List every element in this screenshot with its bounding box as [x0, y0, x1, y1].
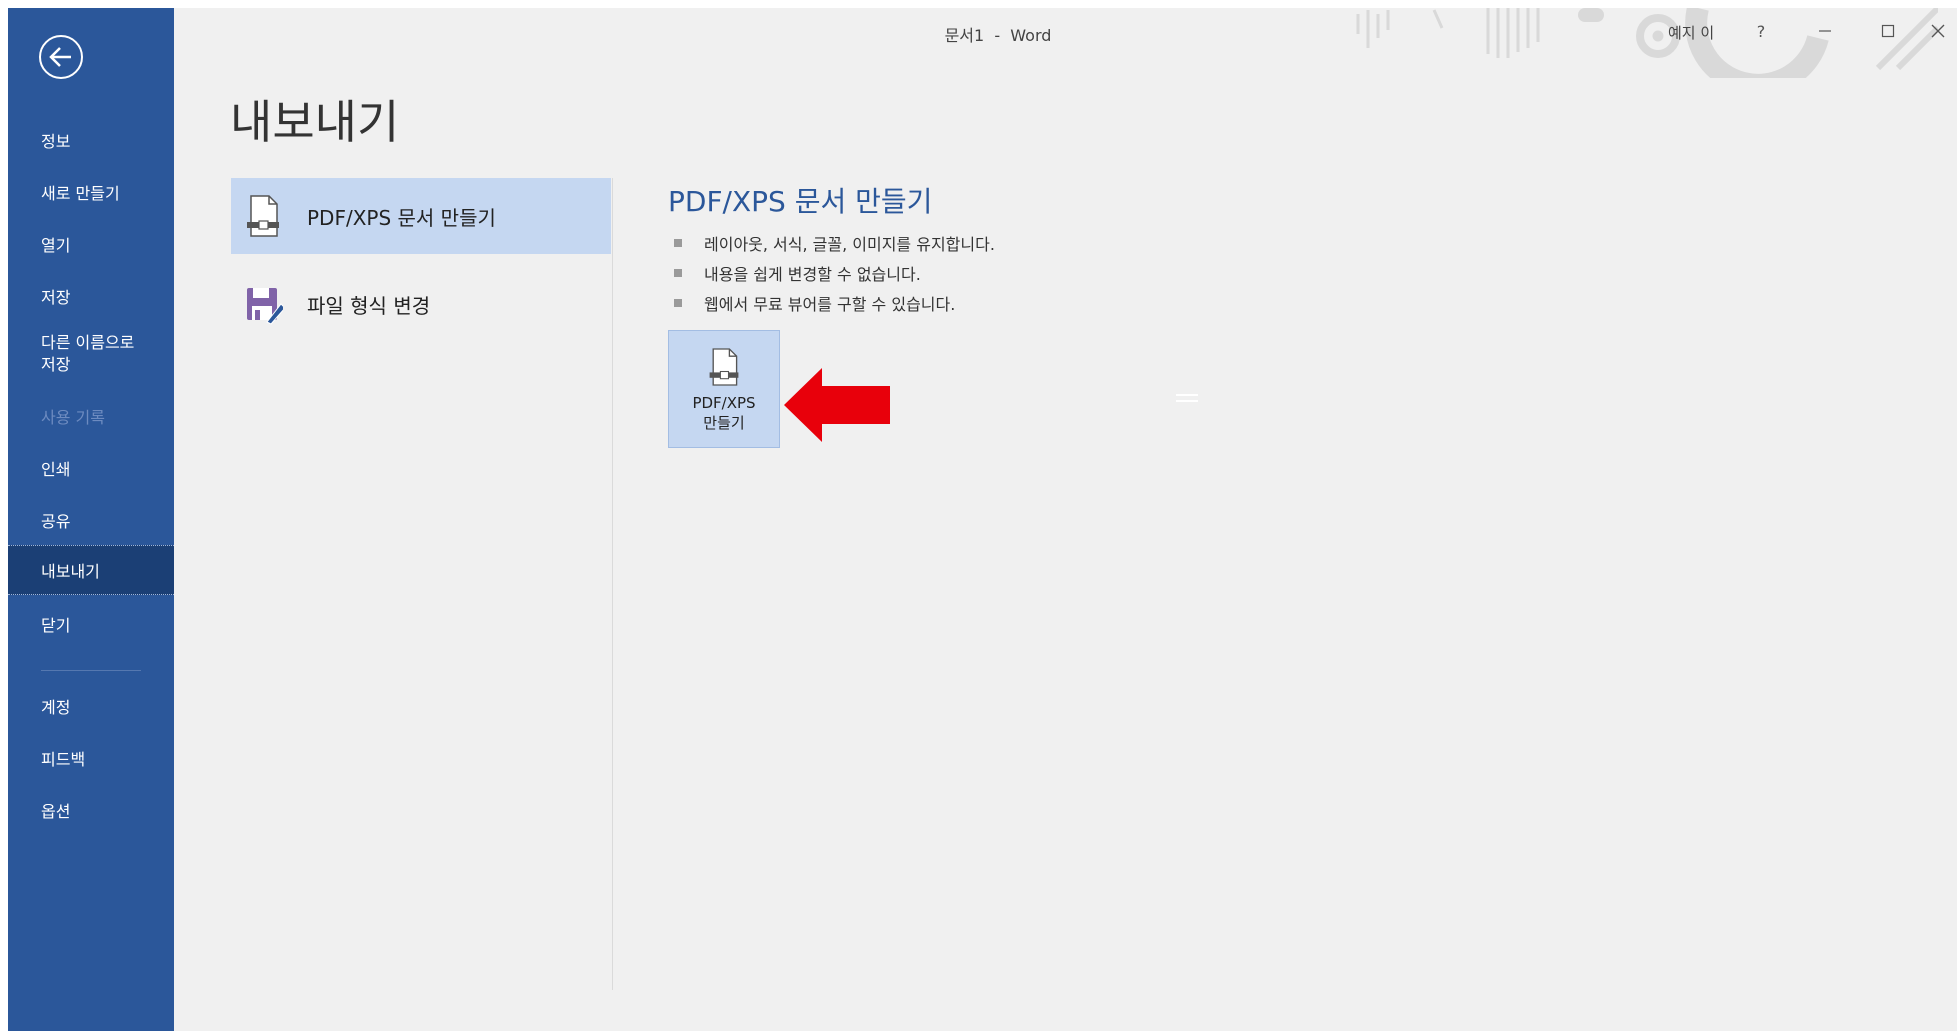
- back-arrow-icon[interactable]: [38, 34, 84, 80]
- save-as-format-icon: [247, 288, 283, 325]
- question-icon[interactable]: ?: [1743, 14, 1779, 48]
- sidebar-item-label: 닫기: [41, 616, 71, 635]
- sidebar-item-save[interactable]: 저장: [8, 271, 174, 321]
- page-title: 내보내기: [230, 95, 400, 149]
- faint-equals-mark: [1176, 394, 1198, 402]
- sidebar-item-label: 다른 이름으로 저장: [41, 333, 135, 374]
- list-item: 내용을 쉽게 변경할 수 없습니다.: [668, 258, 995, 288]
- pdf-document-icon: [709, 348, 739, 386]
- sidebar-item-feedback[interactable]: 피드백: [8, 733, 174, 783]
- sidebar-item-label[interactable]: 인쇄: [41, 456, 70, 480]
- sidebar-item-label: 정보: [41, 132, 71, 151]
- option-change-file-type[interactable]: 파일 형식 변경: [231, 266, 611, 342]
- sidebar-item-open[interactable]: 열기: [8, 219, 174, 269]
- sidebar-item-label: 저장: [41, 288, 71, 307]
- window-title: 문서1 - Word: [944, 26, 1052, 45]
- option-create-pdf-xps[interactable]: PDF/XPS 문서 만들기: [231, 178, 611, 254]
- sidebar-item-label: 열기: [41, 236, 71, 255]
- pdf-document-icon: [247, 195, 279, 237]
- sidebar-item-new[interactable]: 새로 만들기: [8, 167, 174, 217]
- title-bar-decoration: [1356, 8, 1938, 78]
- sidebar-item-export[interactable]: 내보내기: [8, 545, 174, 595]
- list-item: 레이아웃, 서식, 글꼴, 이미지를 유지합니다.: [668, 228, 995, 258]
- bullet-square-icon: [674, 299, 682, 307]
- sidebar-item-label: 공유: [41, 512, 71, 531]
- create-pdf-xps-button-label: PDF/XPS 만들기: [692, 394, 756, 432]
- bullet-text: 레이아웃, 서식, 글꼴, 이미지를 유지합니다.: [704, 235, 995, 254]
- detail-title: PDF/XPS 문서 만들기: [668, 185, 933, 218]
- sidebar-item-label: 계정: [41, 698, 71, 717]
- sidebar-item-label: 피드백: [41, 750, 86, 769]
- bullet-square-icon: [674, 239, 682, 247]
- sidebar-divider: [41, 670, 141, 671]
- close-icon[interactable]: [1920, 14, 1956, 48]
- restore-icon[interactable]: [1870, 14, 1906, 48]
- sidebar-item-label: 내보내기: [41, 562, 100, 581]
- sidebar-item-options[interactable]: 옵션: [8, 785, 174, 835]
- detail-bullet-list: 레이아웃, 서식, 글꼴, 이미지를 유지합니다. 내용을 쉽게 변경할 수 없…: [668, 228, 995, 318]
- sidebar-item-account[interactable]: 계정: [8, 681, 174, 731]
- option-label: 파일 형식 변경: [307, 293, 431, 318]
- sidebar-item-label: 옵션: [41, 802, 71, 821]
- panel-divider: [612, 178, 613, 990]
- sidebar-item-label: 사용 기록: [41, 408, 105, 427]
- sidebar-item-info[interactable]: 정보: [8, 115, 174, 165]
- bullet-text: 웹에서 무료 뷰어를 구할 수 있습니다.: [704, 295, 956, 314]
- sidebar-item-label: 새로 만들기: [41, 184, 120, 203]
- sidebar-item-close[interactable]: 닫기: [8, 599, 174, 649]
- create-pdf-xps-button[interactable]: PDF/XPS 만들기: [668, 330, 780, 448]
- list-item: 웹에서 무료 뷰어를 구할 수 있습니다.: [668, 288, 995, 318]
- backstage-sidebar: 정보 새로 만들기 열기 저장 다른 이름으로 저장 사용 기록 인쇄 공유 내…: [8, 8, 174, 1031]
- sidebar-item-save-as[interactable]: 다른 이름으로 저장: [8, 324, 174, 384]
- sidebar-item-history: 사용 기록: [8, 391, 174, 441]
- sidebar-item-print[interactable]: 인쇄: [8, 443, 174, 493]
- red-arrow-annotation-icon: [784, 368, 890, 442]
- sidebar-item-share[interactable]: 공유: [8, 495, 174, 545]
- minimize-icon[interactable]: [1807, 14, 1843, 48]
- user-account-name[interactable]: 예지 이: [1668, 22, 1714, 43]
- word-backstage-window: 정보 새로 만들기 열기 저장 다른 이름으로 저장 사용 기록 인쇄 공유 내…: [8, 8, 1957, 1031]
- bullet-square-icon: [674, 269, 682, 277]
- bullet-text: 내용을 쉽게 변경할 수 없습니다.: [704, 265, 921, 284]
- option-label: PDF/XPS 문서 만들기: [307, 205, 496, 230]
